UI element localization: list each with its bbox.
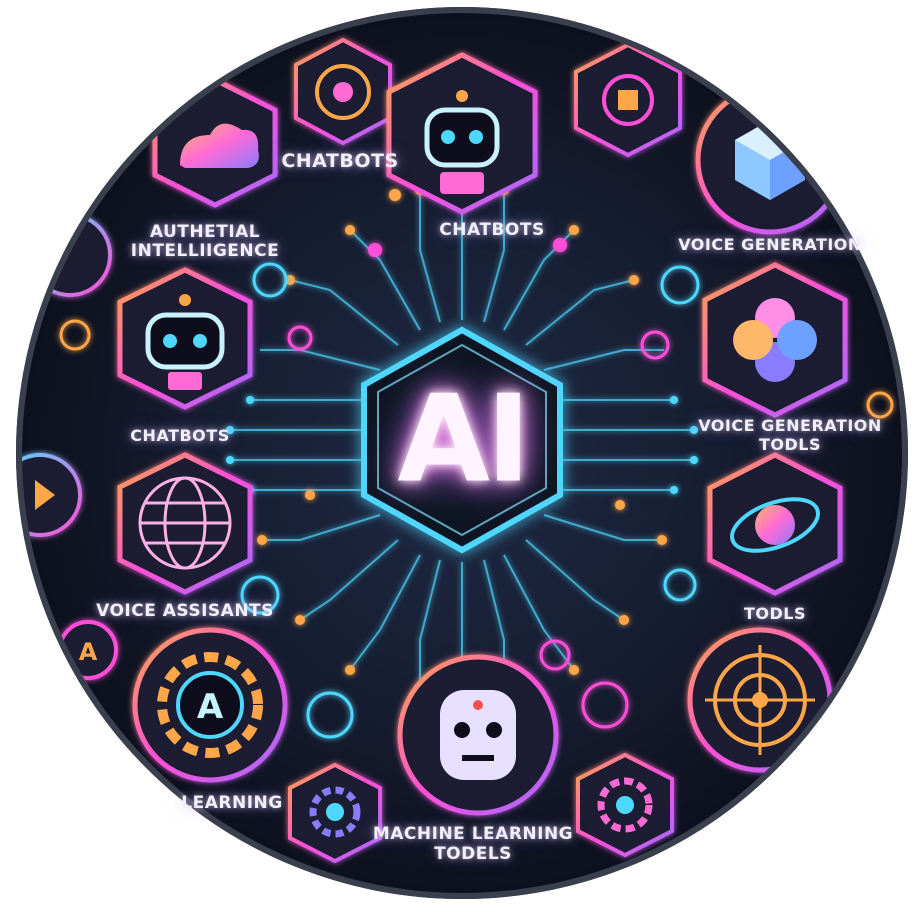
label-artificial-intelligence-line1: AUTHETIAL: [149, 222, 261, 242]
label-tools-right: TODLS: [743, 604, 807, 623]
label-voice-assistants: VOICE ASSISANTS: [96, 601, 274, 621]
label-artificial-intelligence-line2: INTELLIIGENCE: [130, 241, 280, 261]
label-machine-learning-line1: MACHINE LEARNING: [372, 824, 574, 844]
label-chatbots-top-center: CHATBOTS: [439, 220, 545, 240]
gear-icon: [288, 762, 382, 864]
label-voice-generation-tools-line1: VOICE GENERATION: [698, 416, 882, 435]
robot-icon: [117, 267, 253, 410]
svg-text:A: A: [197, 687, 224, 727]
globe-icon: [117, 452, 253, 595]
label-voice-generation: VOICE GENERATION: [678, 235, 862, 254]
label-chatbots-left: CHATBOTS: [130, 426, 230, 445]
cube-icon: [695, 85, 845, 235]
label-learning-bottom-left: LEARNING: [181, 793, 283, 813]
humanoid-icon: [397, 654, 559, 816]
robot-icon: [386, 52, 538, 215]
gear-icon: [576, 752, 674, 858]
label-machine-learning-line2: TODELS: [434, 844, 512, 864]
label-voice-generation-tools-line2: TODLS: [758, 435, 822, 454]
flower-icon: [294, 37, 392, 146]
svg-text:A: A: [79, 638, 98, 666]
label-chatbots-top-left: CHATBOTS: [281, 150, 399, 172]
orbit-icon: [707, 452, 843, 596]
target-icon: [687, 627, 833, 773]
gear-icon: A: [132, 627, 288, 783]
flower-icon: [702, 262, 848, 418]
ai-logo-text: AI: [397, 370, 531, 510]
cloud-icon: [152, 77, 278, 208]
